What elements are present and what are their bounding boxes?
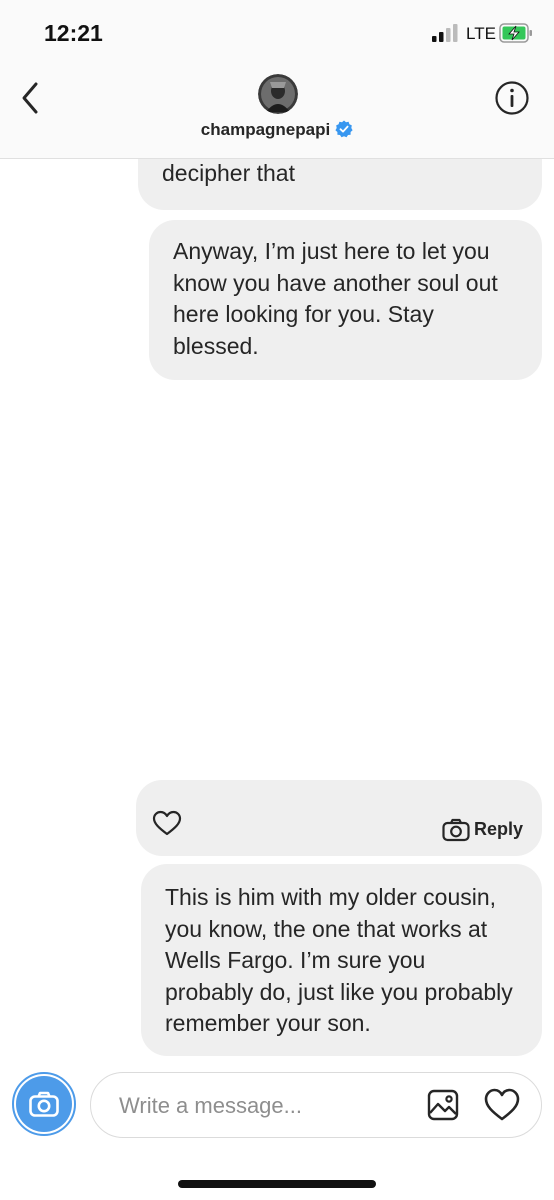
camera-button[interactable]: [12, 1072, 76, 1136]
verified-badge-icon: [335, 120, 353, 138]
message-bubble[interactable]: This is him with my older cousin, you kn…: [141, 864, 542, 1056]
camera-icon: [29, 1091, 59, 1117]
camera-button-fill: [16, 1076, 72, 1132]
heart-icon[interactable]: [483, 1087, 521, 1123]
signal-icon: [432, 24, 458, 42]
home-indicator[interactable]: [178, 1180, 376, 1188]
reply-label: Reply: [474, 819, 524, 839]
message-bubble[interactable]: Anyway, I’m just here to let you know yo…: [149, 220, 542, 380]
message-text: decipher that: [162, 160, 295, 186]
back-chevron-icon[interactable]: [14, 78, 50, 118]
camera-outline-icon: [442, 818, 470, 841]
username: champagnepapi: [200, 120, 331, 139]
gallery-icon[interactable]: [427, 1089, 459, 1121]
heart-icon[interactable]: [152, 810, 182, 836]
status-bar: 12:21 LTE: [0, 0, 554, 66]
status-time: 12:21: [44, 20, 103, 46]
info-icon[interactable]: [494, 80, 530, 116]
avatar[interactable]: [258, 74, 298, 114]
message-field: [90, 1072, 542, 1138]
message-text: This is him with my older cousin, you kn…: [165, 884, 513, 1036]
username-row[interactable]: champagnepapi: [0, 120, 554, 140]
battery-charging-icon: [499, 23, 532, 43]
message-input[interactable]: [117, 1087, 411, 1125]
reply-button[interactable]: Reply: [442, 814, 523, 846]
chat-header: champagnepapi: [0, 66, 554, 159]
story-reply-bubble: Reply: [136, 780, 542, 856]
network-label: LTE: [466, 24, 496, 43]
message-text: Anyway, I’m just here to let you know yo…: [173, 238, 498, 359]
